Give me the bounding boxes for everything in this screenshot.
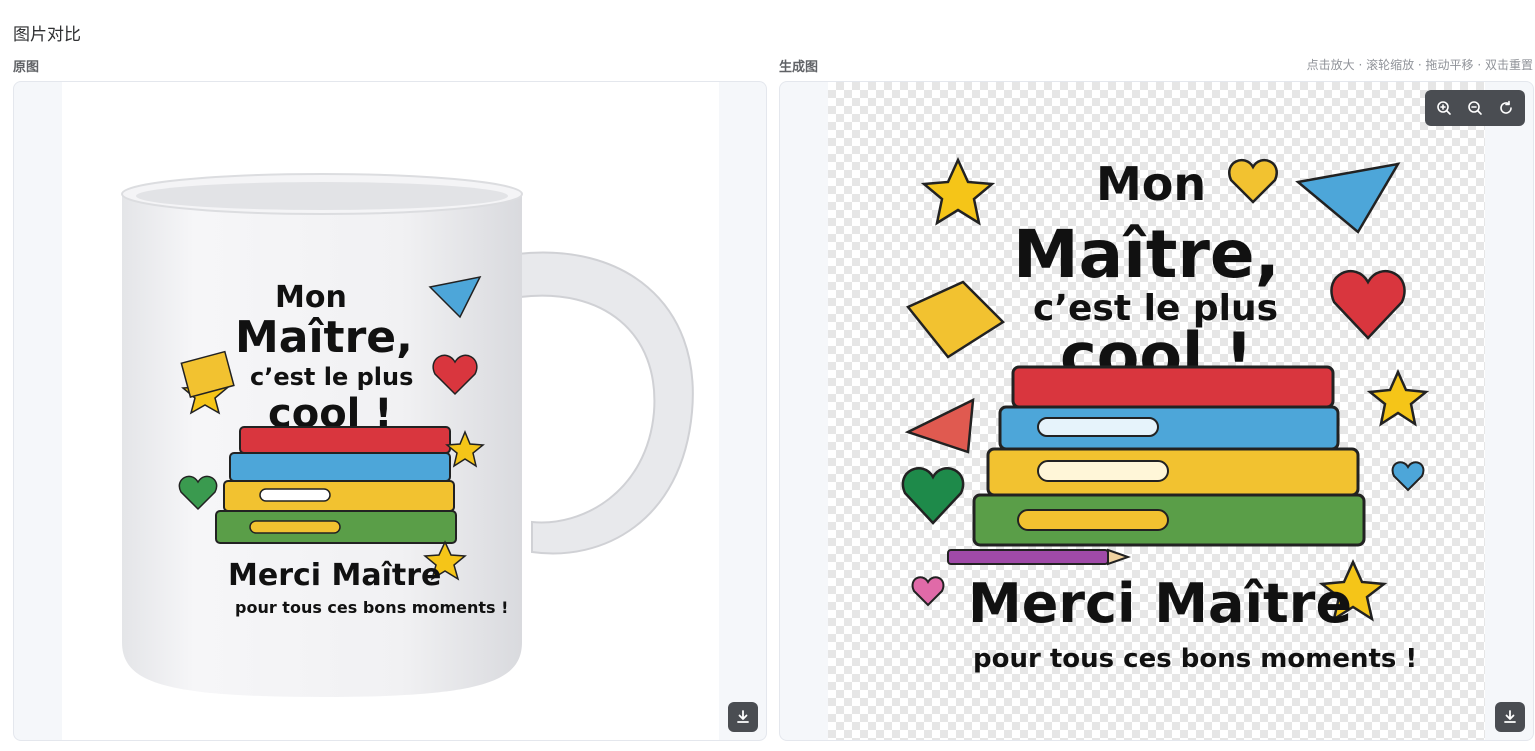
generated-hint: 点击放大 · 滚轮缩放 · 拖动平移 · 双击重置	[1306, 58, 1533, 72]
art-text-mon: Mon	[1096, 157, 1206, 211]
download-icon	[1504, 710, 1516, 723]
mug-text-mon: Mon	[275, 280, 347, 315]
original-image[interactable]: Mon Maître, c’est le plus cool ! Merci M…	[62, 82, 719, 740]
mug-illustration: Mon Maître, c’est le plus cool ! Merci M…	[121, 173, 694, 697]
generated-image[interactable]: Mon Maître, c’est le plus cool ! Merci M…	[828, 82, 1485, 740]
reset-zoom-button[interactable]	[1494, 96, 1518, 120]
art-text-pour: pour tous ces bons moments !	[973, 644, 1417, 674]
page-title: 图片对比	[13, 25, 81, 45]
download-icon	[737, 710, 749, 723]
artwork-illustration: Mon Maître, c’est le plus cool ! Merci M…	[901, 156, 1430, 674]
zoom-out-button[interactable]	[1463, 96, 1487, 120]
generated-label: 生成图	[779, 60, 819, 75]
generated-panel: Mon Maître, c’est le plus cool ! Merci M…	[779, 81, 1534, 741]
mug-text-maitre: Maître,	[235, 312, 413, 363]
download-original-button[interactable]	[728, 702, 758, 732]
original-panel: Mon Maître, c’est le plus cool ! Merci M…	[13, 81, 767, 741]
zoom-out-icon	[1468, 101, 1482, 115]
zoom-toolbar	[1425, 90, 1525, 126]
download-generated-button[interactable]	[1495, 702, 1525, 732]
zoom-in-icon	[1437, 101, 1452, 115]
original-label: 原图	[13, 60, 40, 75]
mug-text-pour: pour tous ces bons moments !	[235, 598, 508, 617]
art-text-merci: Merci Maître	[968, 572, 1352, 635]
art-text-maitre: Maître,	[1013, 216, 1280, 293]
mug-text-cest: c’est le plus	[250, 363, 413, 391]
mug-text-merci: Merci Maître	[228, 558, 441, 593]
reset-icon	[1499, 100, 1512, 114]
zoom-in-button[interactable]	[1432, 96, 1456, 120]
